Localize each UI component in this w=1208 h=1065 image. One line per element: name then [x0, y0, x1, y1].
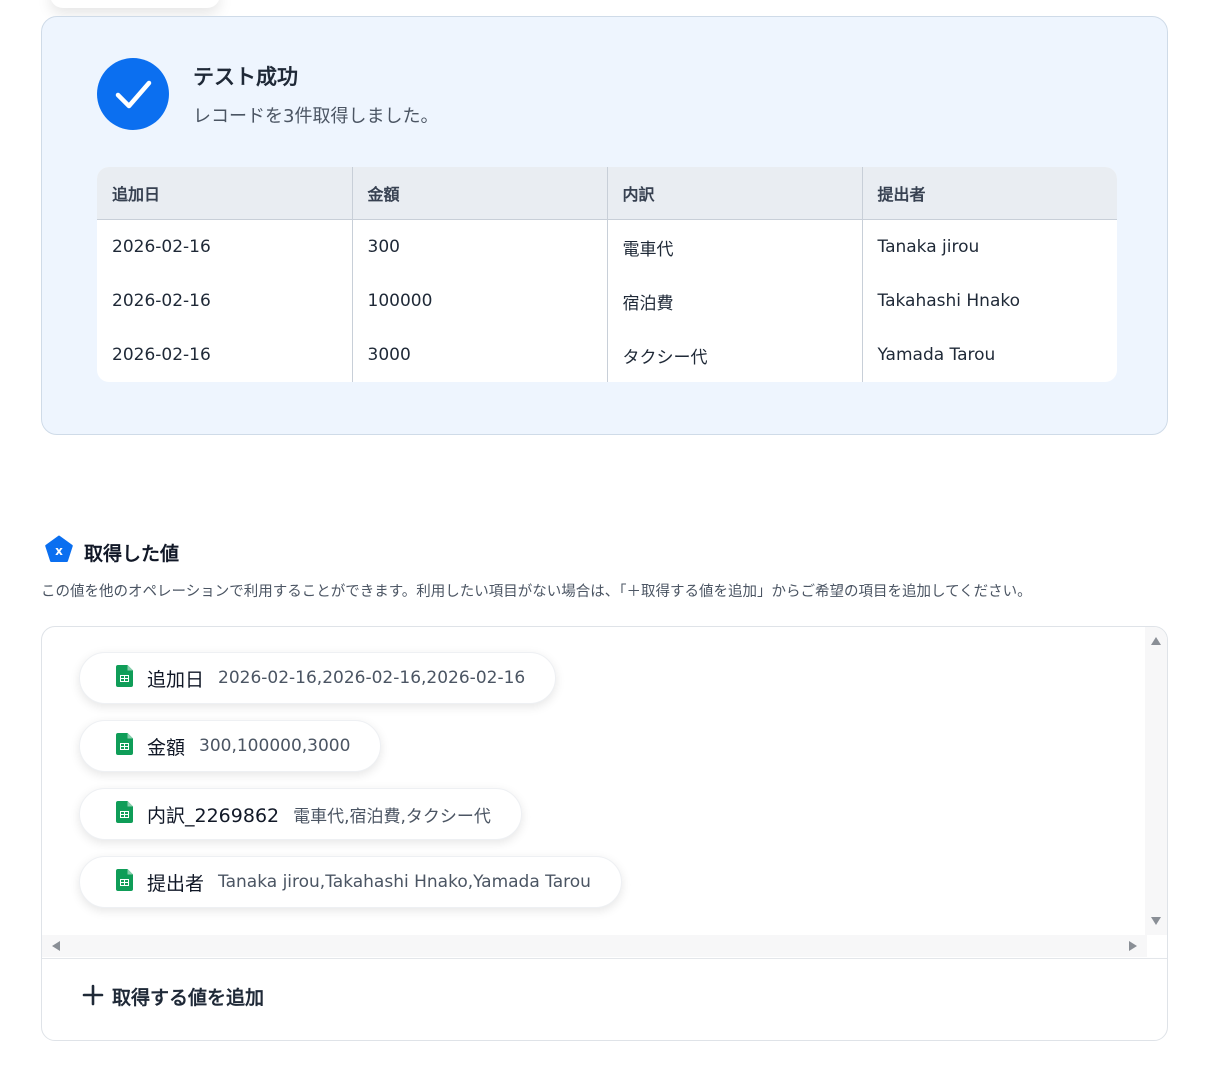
column-header: 提出者 — [862, 167, 1117, 220]
add-value-button[interactable]: 取得する値を追加 — [82, 983, 264, 1010]
value-chip-value: 300,100000,3000 — [199, 736, 351, 756]
scroll-right-arrow-icon[interactable] — [1129, 941, 1137, 951]
success-subtitle: レコードを3件取得しました。 — [193, 106, 439, 127]
variable-badge-icon: x — [44, 535, 74, 569]
plus-icon — [82, 984, 104, 1010]
scroll-left-arrow-icon[interactable] — [52, 941, 60, 951]
spreadsheet-icon — [116, 665, 133, 691]
table-row: 2026-02-16 3000 タクシー代 Yamada Tarou — [97, 328, 1117, 382]
value-chip[interactable]: 内訳_2269862 電車代,宿泊費,タクシー代 — [79, 788, 522, 840]
table-cell: 宿泊費 — [607, 274, 863, 328]
scroll-down-arrow-icon[interactable] — [1151, 917, 1161, 925]
horizontal-scrollbar[interactable] — [42, 935, 1147, 957]
spreadsheet-icon — [116, 869, 133, 895]
svg-text:x: x — [55, 544, 63, 558]
value-chip[interactable]: 金額 300,100000,3000 — [79, 720, 382, 772]
success-title: テスト成功 — [193, 65, 298, 89]
value-chip-name: 追加日 — [147, 668, 205, 691]
column-header: 追加日 — [97, 167, 353, 220]
table-cell: 3000 — [352, 328, 608, 382]
table-row: 2026-02-16 100000 宿泊費 Takahashi Hnako — [97, 274, 1117, 328]
table-cell: Yamada Tarou — [877, 345, 996, 365]
value-chip[interactable]: 提出者 Tanaka jirou,Takahashi Hnako,Yamada … — [79, 856, 622, 908]
spreadsheet-icon — [116, 733, 133, 759]
table-cell: 2026-02-16 — [97, 328, 353, 382]
values-description: この値を他のオペレーションで利用することができます。利用したい項目がない場合は、… — [41, 584, 1032, 600]
table-cell: 300 — [352, 219, 608, 274]
vertical-scrollbar[interactable] — [1145, 627, 1167, 935]
add-value-label: 取得する値を追加 — [112, 987, 265, 1009]
value-chip-value: 電車代,宿泊費,タクシー代 — [293, 806, 491, 827]
table-header-row: 追加日 金額 内訳 提出者 — [97, 167, 1117, 220]
value-chip-value: Tanaka jirou,Takahashi Hnako,Yamada Taro… — [218, 872, 591, 892]
result-table: 追加日 金額 内訳 提出者 2026-02-16 300 電車代 Tanaka … — [97, 167, 1117, 382]
divider — [42, 958, 1167, 959]
test-success-panel: テスト成功 レコードを3件取得しました。 追加日 金額 内訳 提出者 2026-… — [41, 16, 1168, 435]
value-chip-name: 金額 — [147, 736, 186, 759]
table-row: 2026-02-16 300 電車代 Tanaka jirou — [97, 219, 1117, 274]
scroll-up-arrow-icon[interactable] — [1151, 637, 1161, 645]
table-cell: 2026-02-16 — [97, 219, 353, 274]
table-cell: 2026-02-16 — [97, 274, 353, 328]
values-list-box: 追加日 2026-02-16,2026-02-16,2026-02-16 金額 … — [41, 626, 1168, 1041]
table-cell: Takahashi Hnako — [877, 291, 1021, 311]
column-header: 金額 — [352, 167, 608, 220]
values-heading: x 取得した値 — [44, 535, 179, 569]
previous-card-edge — [50, 0, 220, 8]
value-chip-value: 2026-02-16,2026-02-16,2026-02-16 — [218, 668, 526, 688]
table-cell: タクシー代 — [607, 328, 863, 382]
table-cell: 100000 — [352, 274, 608, 328]
spreadsheet-icon — [116, 801, 133, 827]
column-header: 内訳 — [607, 167, 863, 220]
check-circle-icon — [97, 58, 169, 130]
values-heading-label: 取得した値 — [84, 542, 180, 565]
value-chip[interactable]: 追加日 2026-02-16,2026-02-16,2026-02-16 — [79, 652, 557, 704]
value-chip-name: 内訳_2269862 — [147, 804, 280, 827]
table-cell: 電車代 — [607, 219, 863, 274]
value-chip-name: 提出者 — [147, 872, 205, 895]
table-cell: Tanaka jirou — [877, 237, 980, 257]
